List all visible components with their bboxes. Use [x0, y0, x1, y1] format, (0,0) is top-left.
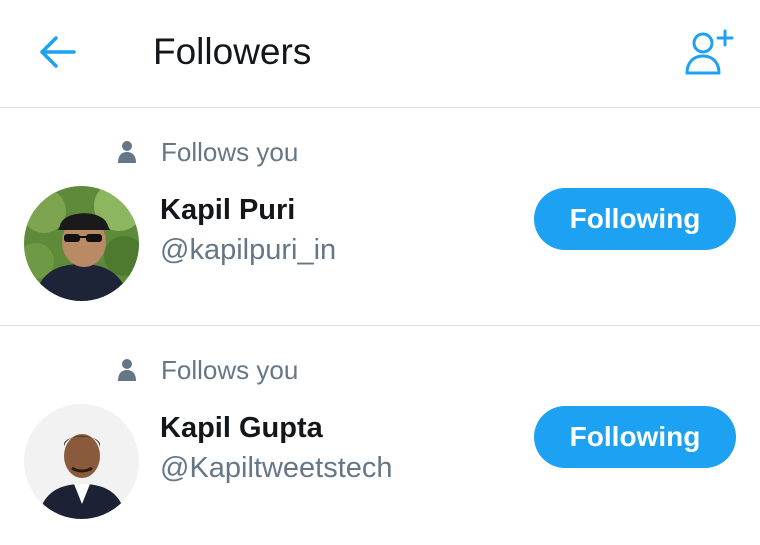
- following-button[interactable]: Following: [534, 406, 736, 468]
- user-handle: @Kapiltweetstech: [160, 452, 393, 484]
- user-name[interactable]: Kapil Puri: [160, 192, 295, 228]
- user-name[interactable]: Kapil Gupta: [160, 410, 323, 446]
- following-button[interactable]: Following: [534, 188, 736, 250]
- follower-row[interactable]: Follows you Kapil Puri @kapilpuri_in Fol…: [0, 108, 760, 326]
- page-title: Followers: [153, 31, 312, 72]
- follower-row[interactable]: Follows you Kapil Gupta @Kapiltweetstech…: [0, 326, 760, 544]
- avatar[interactable]: [24, 404, 139, 519]
- follows-you-indicator: Follows you: [115, 134, 298, 170]
- user-handle: @kapilpuri_in: [160, 234, 337, 266]
- add-user-button[interactable]: [678, 24, 740, 80]
- follows-you-label: Follows you: [161, 354, 299, 385]
- add-user-icon: [685, 29, 734, 75]
- back-button[interactable]: [30, 28, 86, 76]
- arrow-left-icon: [40, 36, 76, 68]
- follows-you-indicator: Follows you: [115, 352, 298, 388]
- person-icon: [115, 138, 139, 166]
- avatar[interactable]: [24, 186, 139, 301]
- follows-you-label: Follows you: [161, 136, 299, 167]
- top-app-bar: Followers: [0, 0, 760, 108]
- person-icon: [115, 356, 139, 384]
